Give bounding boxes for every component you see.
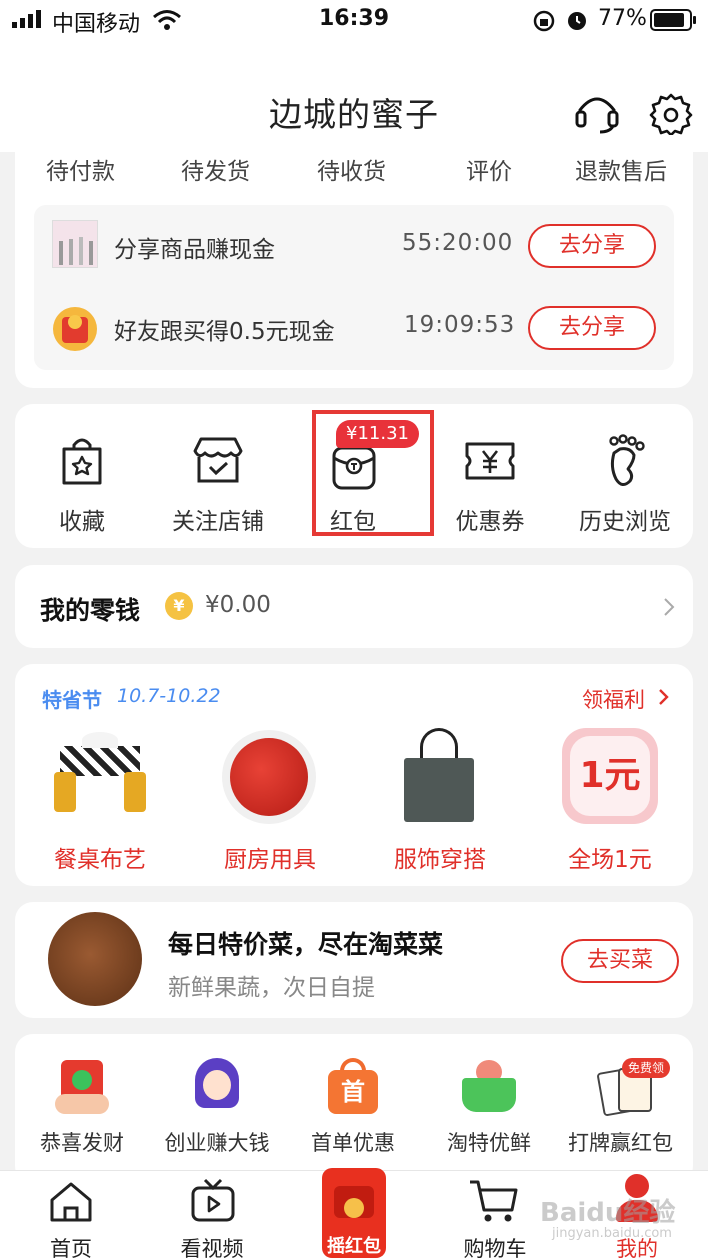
- playing-cards-icon[interactable]: 免费领: [596, 1058, 672, 1118]
- promo-label[interactable]: 淘特优鲜: [419, 1127, 559, 1157]
- coin-icon: ¥: [165, 592, 193, 620]
- one-yuan-image[interactable]: 1元: [562, 728, 658, 824]
- chevron-right-icon: [664, 598, 675, 616]
- tab-pending-payment[interactable]: 待付款: [46, 152, 115, 186]
- get-benefits-link[interactable]: 领福利: [582, 684, 645, 714]
- share-task-timer: 55:20:00: [402, 230, 514, 256]
- chestnuts-image: [48, 912, 142, 1006]
- share-button[interactable]: 去分享: [528, 224, 656, 268]
- tab-refund[interactable]: 退款售后: [575, 152, 667, 186]
- buy-groceries-button[interactable]: 去买菜: [561, 939, 679, 983]
- cartoon-girl-icon[interactable]: [187, 1056, 247, 1116]
- grocery-title: 每日特价菜，尽在淘菜菜: [168, 930, 444, 959]
- shake-red-packet-label: 摇红包: [327, 1236, 381, 1257]
- festival-item-label[interactable]: 餐桌布艺: [25, 840, 175, 874]
- grocery-subtitle: 新鲜果蔬，次日自提: [168, 975, 375, 1001]
- share-button[interactable]: 去分享: [528, 306, 656, 350]
- kitchen-tools-image[interactable]: [222, 730, 316, 824]
- share-task-text: 分享商品赚现金: [114, 237, 275, 263]
- settings-gear-icon[interactable]: [649, 91, 693, 135]
- page-header: 边城的蜜子: [0, 40, 708, 152]
- coupon-icon[interactable]: [425, 426, 555, 496]
- share-task-text: 好友跟买得0.5元现金: [114, 319, 335, 345]
- followed-shops-label[interactable]: 关注店铺: [153, 502, 283, 536]
- share-task-timer: 19:09:53: [404, 312, 516, 338]
- red-packet-hands-icon[interactable]: [55, 1058, 109, 1116]
- tab-pending-shipment[interactable]: 待发货: [181, 152, 250, 186]
- favorites-bag-icon[interactable]: [17, 426, 147, 496]
- video-icon[interactable]: [190, 1178, 236, 1224]
- coupons-label[interactable]: 优惠券: [425, 502, 555, 536]
- highlight-box: [312, 410, 434, 536]
- promo-label[interactable]: 创业赚大钱: [147, 1127, 287, 1157]
- one-yuan-text: 1元: [570, 736, 650, 816]
- rotation-lock-icon: [533, 10, 555, 32]
- wallet-amount: ¥0.00: [205, 592, 271, 618]
- promo-label[interactable]: 首单优惠: [283, 1127, 423, 1157]
- footprint-icon[interactable]: [560, 426, 690, 496]
- festival-item-label[interactable]: 厨房用具: [195, 840, 345, 874]
- first-order-bag-icon[interactable]: 首: [326, 1058, 380, 1116]
- festival-title: 特省节: [42, 688, 102, 712]
- shake-red-packet-button[interactable]: 摇红包: [320, 1168, 388, 1258]
- watermark-url: jingyan.baidu.com: [552, 1226, 672, 1241]
- promo-label[interactable]: 打牌赢红包: [568, 1127, 708, 1157]
- promo-label[interactable]: 恭喜发财: [12, 1127, 152, 1157]
- shop-icon[interactable]: [153, 426, 283, 496]
- watermark-text: Baidu经验: [540, 1198, 676, 1228]
- status-bar: 中国移动 16:39 77%: [0, 0, 708, 40]
- battery-percent: 77%: [598, 6, 647, 31]
- chevron-right-icon[interactable]: [658, 688, 670, 706]
- table-cloth-image[interactable]: [50, 732, 150, 822]
- red-envelope-coin-icon: [53, 307, 97, 351]
- festival-item-label[interactable]: 服饰穿搭: [365, 840, 515, 874]
- festival-dates: 10.7-10.22: [117, 685, 221, 707]
- battery-icon: [650, 9, 696, 31]
- tab-watch-video[interactable]: 看视频: [162, 1233, 262, 1258]
- alarm-icon: [568, 12, 586, 30]
- home-icon[interactable]: [48, 1180, 94, 1224]
- fruit-basket-icon[interactable]: [460, 1060, 518, 1116]
- free-badge: 免费领: [622, 1058, 671, 1078]
- history-label[interactable]: 历史浏览: [560, 502, 690, 536]
- handbag-image[interactable]: [402, 728, 476, 826]
- product-thumbnail: [52, 220, 98, 268]
- favorites-label[interactable]: 收藏: [17, 502, 147, 536]
- wallet-title: 我的零钱: [40, 596, 141, 625]
- festival-item-label[interactable]: 全场1元: [535, 840, 685, 874]
- tab-home[interactable]: 首页: [21, 1233, 121, 1258]
- first-order-icon-text: 首: [328, 1070, 378, 1114]
- customer-service-icon[interactable]: [574, 92, 620, 136]
- tab-review[interactable]: 评价: [466, 152, 512, 186]
- shopping-cart-icon[interactable]: [468, 1176, 520, 1224]
- tab-cart[interactable]: 购物车: [445, 1233, 545, 1258]
- tab-pending-receipt[interactable]: 待收货: [317, 152, 386, 186]
